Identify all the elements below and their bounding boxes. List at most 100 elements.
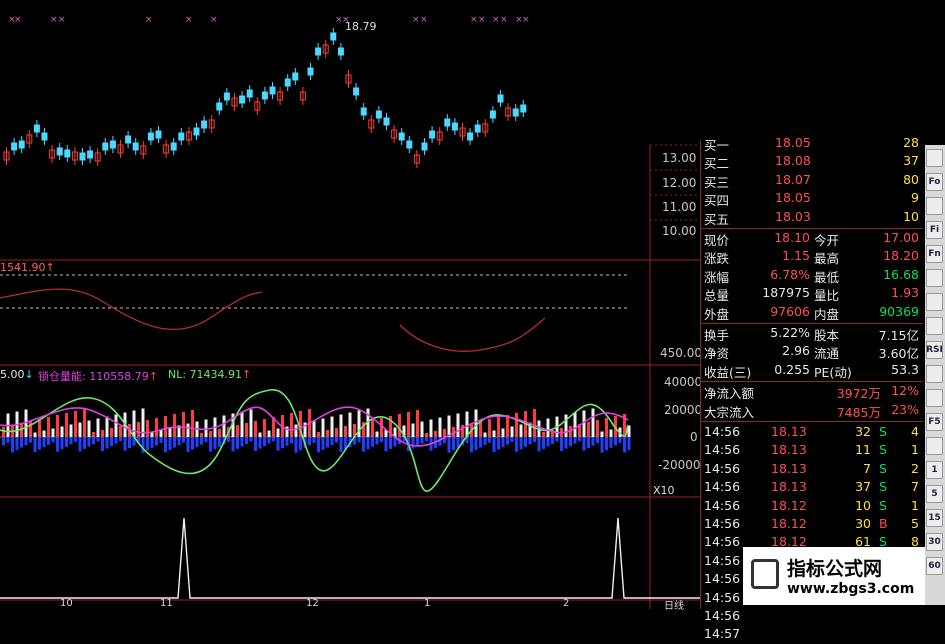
- toolbar-button[interactable]: [926, 293, 943, 311]
- volume-bar: [506, 415, 509, 437]
- tick-time: 14:56: [704, 571, 741, 587]
- toolbar-button[interactable]: Fi: [926, 221, 943, 239]
- flow-bar: [51, 437, 55, 443]
- tick-volume: 37: [855, 479, 871, 495]
- date-label: 12: [306, 598, 319, 609]
- stat-label: 量比: [814, 288, 840, 304]
- candlestick: [429, 130, 436, 139]
- flow-bar: [254, 437, 257, 451]
- signal-marker: ×: [145, 15, 153, 25]
- bid-price: 18.05: [775, 190, 811, 206]
- period-label[interactable]: 日线: [664, 597, 684, 612]
- right-toolbar: Fo Fi Fn RSI F5 1 5 15 30 60: [925, 145, 945, 605]
- volume-bar: [605, 418, 608, 437]
- flow-bar: [330, 437, 334, 446]
- bid-price: 18.08: [775, 153, 811, 169]
- indicator1-line: [0, 288, 263, 330]
- volume-bar: [186, 423, 190, 437]
- flow-bar: [65, 437, 68, 447]
- volume-bar: [321, 418, 325, 437]
- flow-bar: [267, 437, 271, 444]
- flow-bar: [87, 437, 91, 447]
- price-tick: 13.00: [662, 151, 697, 165]
- toolbar-button[interactable]: Fo: [926, 173, 943, 191]
- indicator1-value: 1541.90↑: [0, 261, 55, 274]
- candlestick: [330, 32, 337, 41]
- chart-area[interactable]: × × × × × × × × × × × × × × × × × 13.00 12.00 11.00 10.0…: [0, 0, 702, 612]
- indicator2-tick: -20000: [658, 458, 701, 472]
- toolbar-button[interactable]: [926, 317, 943, 335]
- volume-bar: [209, 431, 212, 437]
- volume-bar: [146, 420, 149, 437]
- flow-bar: [573, 437, 577, 444]
- toolbar-button[interactable]: [926, 437, 943, 455]
- flow-bar: [371, 437, 374, 447]
- stat-row: 涨跌 1.15 最高 18.20: [701, 248, 923, 266]
- volume-bar: [317, 432, 320, 437]
- tick-time: 14:57: [704, 626, 741, 642]
- volume-bar: [240, 411, 244, 437]
- flow-bar: [587, 437, 590, 449]
- candlestick: [155, 130, 162, 139]
- stat-row: 现价 18.10 今开 17.00: [701, 230, 923, 248]
- toolbar-button[interactable]: [926, 197, 943, 215]
- flow-bar: [357, 437, 361, 443]
- volume-bar: [56, 415, 59, 437]
- flow-bar: [515, 437, 518, 452]
- volume-bar: [420, 421, 424, 437]
- toolbar-button[interactable]: [926, 269, 943, 287]
- stat-label: 内盘: [814, 306, 840, 322]
- panel-separator: [701, 228, 923, 229]
- volume-bar: [546, 418, 550, 437]
- flow-bar: [339, 437, 343, 453]
- toolbar-button[interactable]: [926, 365, 943, 383]
- flow-bar: [204, 437, 208, 443]
- volume-bar: [312, 420, 316, 437]
- flow-row: 净流入额 3972万 12%: [701, 383, 923, 401]
- tick-row: 14:56 18.13 11 S 1: [701, 442, 923, 460]
- tick-time: 14:56: [704, 460, 741, 476]
- toolbar-button[interactable]: F5: [926, 413, 943, 431]
- bid-row: 买四 18.05 9: [701, 190, 923, 208]
- flow-bar: [506, 437, 509, 445]
- flow-bar: [209, 437, 212, 452]
- flow-bar: [38, 437, 41, 450]
- stat-label: 涨跌: [704, 251, 730, 267]
- toolbar-button[interactable]: Fn: [926, 245, 943, 263]
- chart-canvas[interactable]: ×× × × × × × × × × × × × × × × ×: [0, 0, 700, 609]
- volume-bar: [515, 413, 518, 437]
- flow-bar: [335, 437, 338, 443]
- flow-bar: [605, 437, 608, 451]
- toolbar-button[interactable]: RSI: [926, 341, 943, 359]
- tick-price: 18.12: [771, 516, 807, 531]
- candlestick: [223, 92, 230, 101]
- peak-price-label: 18.79: [345, 20, 377, 33]
- candlestick: [512, 108, 519, 117]
- flow-bar: [411, 437, 415, 449]
- toolbar-button[interactable]: 15: [926, 509, 943, 527]
- candlestick: [360, 107, 367, 116]
- watermark-icon: [751, 559, 779, 589]
- indicator2-left-value: 5.00↓: [0, 368, 34, 381]
- toolbar-button[interactable]: [926, 389, 943, 407]
- candlestick: [261, 91, 268, 100]
- flow-bar: [20, 437, 23, 448]
- volume-bar: [200, 433, 203, 437]
- volume-bar: [609, 429, 613, 437]
- toolbar-button[interactable]: [926, 149, 943, 167]
- stat-value: 18.20: [883, 248, 919, 264]
- bid-label: 买五: [704, 211, 730, 227]
- volume-bar: [375, 431, 379, 437]
- toolbar-button[interactable]: 30: [926, 533, 943, 551]
- volume-bar: [519, 424, 523, 437]
- toolbar-button[interactable]: 60: [926, 557, 943, 575]
- toolbar-button[interactable]: 1: [926, 461, 943, 479]
- volume-bar: [33, 432, 37, 437]
- price-tick: 11.00: [662, 200, 697, 214]
- flow-bar: [42, 437, 46, 448]
- volume-bar: [542, 432, 545, 437]
- toolbar-button[interactable]: 5: [926, 485, 943, 503]
- candlestick: [102, 142, 109, 151]
- volume-bar: [74, 411, 77, 437]
- volume-bar: [105, 416, 109, 437]
